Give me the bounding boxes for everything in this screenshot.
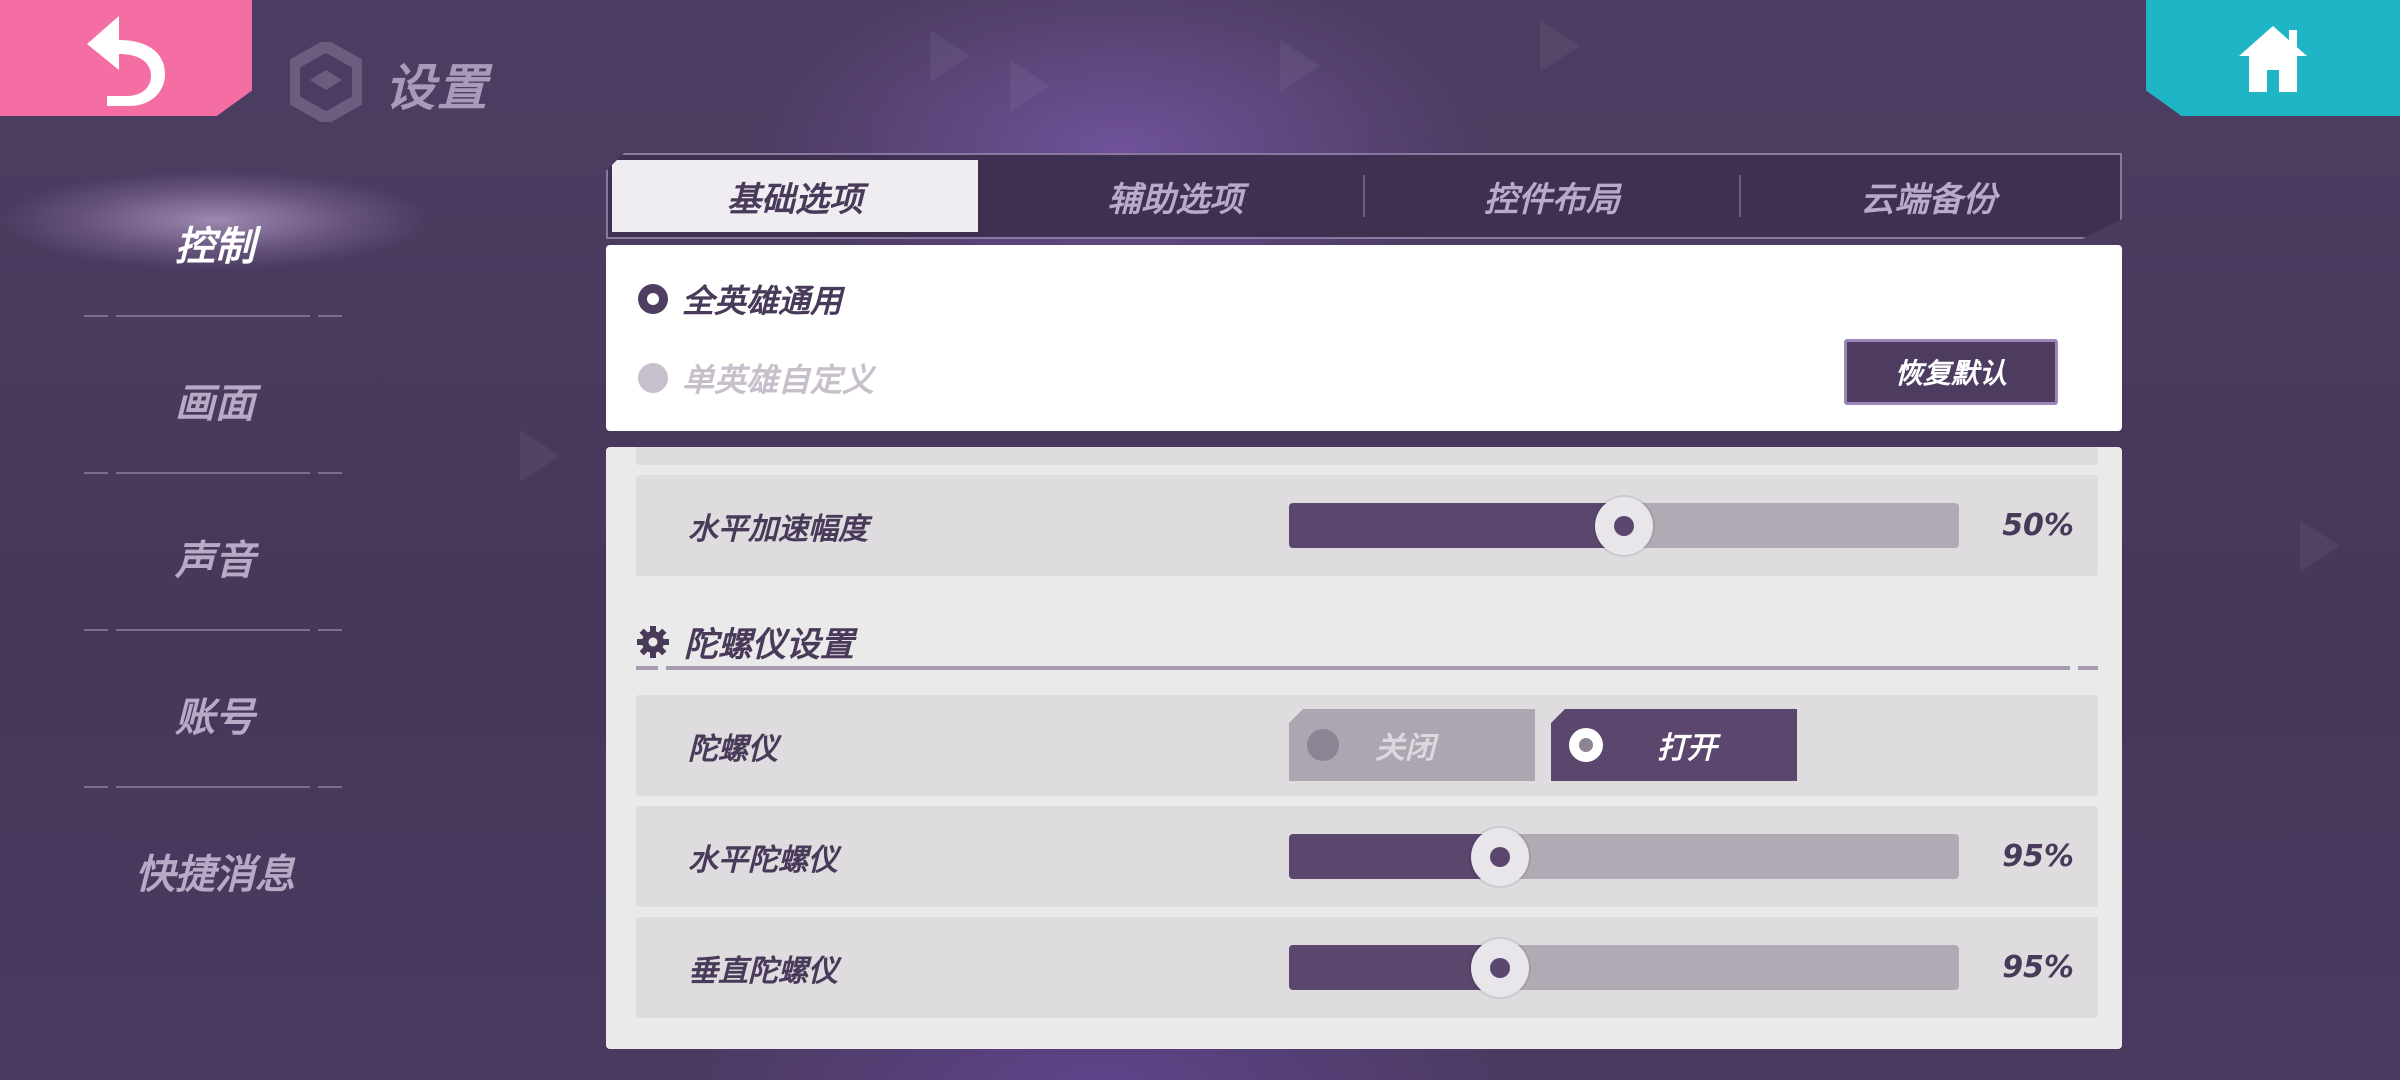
slider-fill <box>1289 945 1501 990</box>
radio-selected-icon <box>638 284 668 314</box>
section-title: 陀螺仪设置 <box>636 617 854 666</box>
toggle-knob-icon <box>1307 729 1339 761</box>
sidebar-item-account[interactable]: 账号 <box>0 631 430 788</box>
gyro-off-button[interactable]: 关闭 <box>1289 709 1535 781</box>
sidebar-nav: 控制 画面 声音 账号 快捷消息 <box>0 160 430 945</box>
slider-fill <box>1289 834 1501 879</box>
back-arrow-icon <box>87 16 165 106</box>
divider <box>636 666 658 670</box>
sidebar-item-quick-message[interactable]: 快捷消息 <box>0 788 430 945</box>
radio-label: 单英雄自定义 <box>682 361 875 399</box>
setting-row-horizontal-accel: 水平加速幅度 50% <box>636 475 2098 576</box>
sidebar-item-display[interactable]: 画面 <box>0 317 430 474</box>
back-button[interactable] <box>0 0 252 116</box>
sidebar-item-label: 账号 <box>175 695 255 741</box>
sidebar-item-control[interactable]: 控制 <box>0 160 430 317</box>
bg-decoration <box>2300 520 2340 572</box>
setting-row-gyro-toggle: 陀螺仪 关闭 打开 <box>636 695 2098 796</box>
setting-row-horizontal-gyro: 水平陀螺仪 95% <box>636 806 2098 907</box>
bg-decoration <box>1010 60 1050 112</box>
sidebar-item-sound[interactable]: 声音 <box>0 474 430 631</box>
partially-hidden-row <box>636 447 2098 465</box>
divider <box>2078 666 2098 670</box>
slider-handle[interactable] <box>1471 827 1530 886</box>
bg-decoration <box>930 30 970 82</box>
reset-default-button[interactable]: 恢复默认 <box>1844 339 2058 405</box>
tab-cloud-backup[interactable]: 云端备份 <box>1741 160 2116 232</box>
tab-bar: 基础选项 辅助选项 控件布局 云端备份 <box>606 153 2122 239</box>
horizontal-gyro-slider[interactable] <box>1289 827 1959 886</box>
sidebar-item-label: 控制 <box>175 224 255 270</box>
bg-decoration <box>1540 20 1580 72</box>
toggle-label: 关闭 <box>1375 731 1435 766</box>
tab-control-layout[interactable]: 控件布局 <box>1365 160 1740 232</box>
setting-value: 50% <box>2002 508 2074 543</box>
vertical-gyro-slider[interactable] <box>1289 938 1959 997</box>
game-logo-icon <box>288 39 364 125</box>
setting-label: 垂直陀螺仪 <box>688 953 838 989</box>
tab-basic-options[interactable]: 基础选项 <box>612 160 978 232</box>
setting-label: 水平陀螺仪 <box>688 842 838 878</box>
page-title: 设置 <box>385 59 489 117</box>
slider-handle[interactable] <box>1595 496 1653 555</box>
setting-value: 95% <box>2002 950 2074 985</box>
divider <box>666 666 2070 670</box>
horizontal-accel-slider[interactable] <box>1289 496 1959 555</box>
setting-value: 95% <box>2002 839 2074 874</box>
setting-row-vertical-gyro: 垂直陀螺仪 95% <box>636 917 2098 1018</box>
setting-label: 陀螺仪 <box>688 731 778 767</box>
bg-decoration <box>520 430 560 482</box>
radio-label: 全英雄通用 <box>682 282 843 320</box>
slider-fill <box>1289 503 1624 548</box>
toggle-label: 打开 <box>1657 731 1717 766</box>
settings-panel: 水平加速幅度 50% 陀螺仪设置 陀螺仪 关闭 打开 水平陀螺仪 95% 垂直陀… <box>606 447 2122 1049</box>
bg-decoration <box>1280 40 1320 92</box>
tab-assist-options[interactable]: 辅助选项 <box>988 160 1363 232</box>
section-title-text: 陀螺仪设置 <box>684 625 854 665</box>
gyro-section-header: 陀螺仪设置 <box>636 605 2098 685</box>
home-button[interactable] <box>2146 0 2400 116</box>
mode-panel: 全英雄通用 单英雄自定义 恢复默认 <box>606 245 2122 431</box>
gear-icon <box>637 625 669 658</box>
setting-label: 水平加速幅度 <box>688 511 868 547</box>
sidebar-item-label: 声音 <box>175 538 255 584</box>
radio-single-hero[interactable]: 单英雄自定义 <box>638 355 874 401</box>
toggle-knob-icon <box>1569 728 1603 762</box>
radio-all-heroes[interactable]: 全英雄通用 <box>638 276 842 322</box>
home-icon <box>2239 26 2307 92</box>
sidebar-item-label: 快捷消息 <box>135 852 295 898</box>
radio-unselected-icon <box>638 363 668 393</box>
sidebar-item-label: 画面 <box>175 381 255 427</box>
gyro-on-button[interactable]: 打开 <box>1551 709 1797 781</box>
slider-handle[interactable] <box>1471 938 1530 997</box>
